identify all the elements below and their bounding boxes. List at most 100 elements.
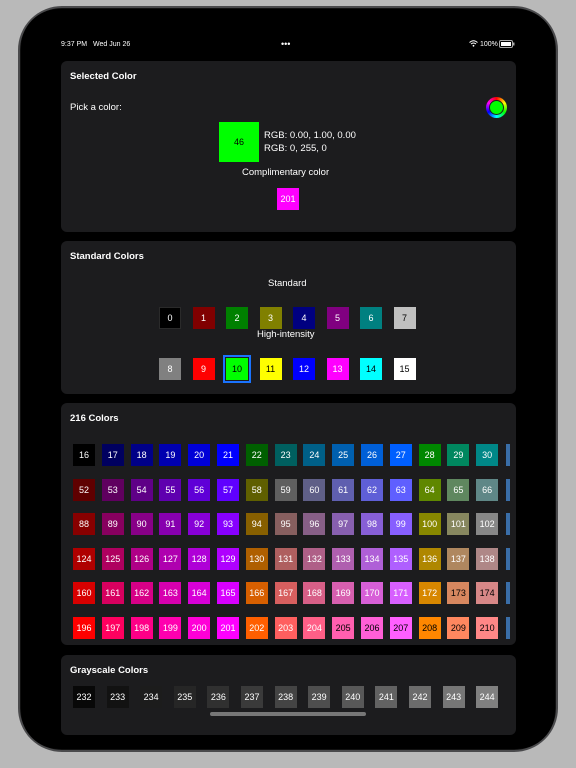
standard-swatch[interactable]: 5 (326, 307, 349, 329)
color-swatch[interactable]: 207 (389, 616, 412, 639)
color-swatch[interactable]: 137 (447, 547, 470, 570)
grayscale-swatch[interactable]: 240 (341, 686, 364, 708)
color-swatch[interactable]: 162 (130, 582, 153, 604)
color-swatch[interactable]: 61 (332, 478, 355, 501)
color-swatch[interactable]: 60 (303, 478, 326, 501)
color-swatch[interactable]: 208 (418, 616, 441, 639)
color-swatch[interactable]: 196 (73, 616, 95, 639)
standard-swatch[interactable]: 6 (360, 307, 382, 329)
color-swatch[interactable]: 27 (389, 444, 412, 466)
color-swatch[interactable]: 166 (245, 582, 268, 604)
standard-swatch[interactable]: 7 (393, 307, 416, 329)
color-swatch[interactable]: 89 (101, 513, 124, 535)
color-swatch[interactable]: 64 (418, 478, 441, 501)
color-swatch[interactable]: 93 (217, 513, 239, 535)
color-swatch[interactable]: 90 (130, 513, 153, 535)
color-swatch[interactable]: 161 (101, 582, 124, 604)
color-swatch[interactable]: 95 (274, 513, 297, 535)
home-indicator[interactable] (210, 712, 366, 716)
high-intensity-swatch[interactable]: 9 (192, 358, 215, 380)
color-swatch[interactable]: 62 (361, 478, 383, 501)
color-swatch[interactable]: 99 (389, 513, 412, 535)
color-swatch[interactable]: 130 (245, 547, 268, 570)
high-intensity-swatch[interactable]: 11 (259, 358, 282, 380)
high-intensity-swatch[interactable]: 8 (159, 358, 181, 380)
color-swatch[interactable]: 135 (389, 547, 412, 570)
color-swatch[interactable]: 20 (188, 444, 211, 466)
grayscale-swatch[interactable]: 244 (476, 686, 499, 708)
color-swatch[interactable]: 203 (274, 616, 297, 639)
color-swatch[interactable]: 57 (217, 478, 239, 501)
color-swatch[interactable]: 127 (159, 547, 182, 570)
color-swatch[interactable]: 97 (332, 513, 355, 535)
grayscale-swatch[interactable]: 243 (442, 686, 465, 708)
color-swatch[interactable]: 201 (217, 616, 239, 639)
color-swatch[interactable]: 29 (447, 444, 470, 466)
color-swatch[interactable]: 19 (159, 444, 182, 466)
color-swatch[interactable]: 205 (332, 616, 355, 639)
color-swatch[interactable]: 165 (217, 582, 239, 604)
standard-swatch[interactable]: 3 (259, 307, 282, 329)
color-swatch[interactable]: 124 (73, 547, 95, 570)
color-swatch[interactable]: 53 (101, 478, 124, 501)
color-swatch[interactable]: 164 (188, 582, 211, 604)
color-swatch[interactable]: 55 (159, 478, 182, 501)
color-swatch[interactable]: 98 (361, 513, 383, 535)
color-swatch[interactable]: 134 (361, 547, 383, 570)
grayscale-swatch[interactable]: 232 (73, 686, 95, 708)
color-swatch[interactable]: 202 (245, 616, 268, 639)
high-intensity-swatch[interactable]: 12 (293, 358, 315, 380)
color-swatch[interactable]: 200 (188, 616, 211, 639)
color-swatch[interactable]: 160 (73, 582, 95, 604)
color-swatch[interactable]: 125 (101, 547, 124, 570)
color-swatch[interactable]: 56 (188, 478, 211, 501)
color-swatch[interactable]: 30 (476, 444, 499, 466)
multitask-dots-icon[interactable]: ••• (281, 39, 290, 49)
color-swatch[interactable]: 65 (447, 478, 470, 501)
color-swatch[interactable]: 88 (73, 513, 95, 535)
color-swatch[interactable]: 22 (245, 444, 268, 466)
color-swatch[interactable]: 66 (476, 478, 499, 501)
color-swatch[interactable]: 129 (217, 547, 239, 570)
high-intensity-swatch[interactable]: 14 (360, 358, 382, 380)
color-swatch[interactable]: 136 (418, 547, 441, 570)
color-swatch[interactable]: 138 (476, 547, 499, 570)
high-intensity-swatch[interactable]: 10 (223, 355, 251, 383)
color-swatch[interactable]: 25 (332, 444, 355, 466)
color-swatch[interactable]: 199 (159, 616, 182, 639)
color-swatch[interactable]: 17 (101, 444, 124, 466)
color-swatch[interactable]: 92 (188, 513, 211, 535)
color-swatch[interactable]: 63 (389, 478, 412, 501)
standard-swatch[interactable]: 1 (192, 307, 215, 329)
color-swatch[interactable]: 101 (447, 513, 470, 535)
color-swatch[interactable]: 58 (245, 478, 268, 501)
grayscale-swatch[interactable]: 237 (241, 686, 263, 708)
color-swatch[interactable]: 128 (188, 547, 211, 570)
color-swatch[interactable]: 21 (217, 444, 239, 466)
standard-swatch[interactable]: 0 (159, 307, 181, 329)
color-swatch[interactable]: 100 (418, 513, 441, 535)
color-swatch[interactable]: 52 (73, 478, 95, 501)
color-swatch[interactable]: 96 (303, 513, 326, 535)
color-swatch[interactable]: 167 (274, 582, 297, 604)
color-swatch[interactable]: 209 (447, 616, 470, 639)
color-swatch[interactable]: 198 (130, 616, 153, 639)
color-swatch[interactable]: 126 (130, 547, 153, 570)
grayscale-swatch[interactable]: 235 (173, 686, 196, 708)
standard-swatch[interactable]: 4 (293, 307, 315, 329)
color-swatch[interactable]: 168 (303, 582, 326, 604)
color-swatch[interactable]: 204 (303, 616, 326, 639)
color-swatch[interactable]: 173 (447, 582, 470, 604)
color-swatch[interactable]: 28 (418, 444, 441, 466)
color-swatch[interactable]: 206 (361, 616, 383, 639)
color-swatch[interactable]: 102 (476, 513, 499, 535)
standard-swatch[interactable]: 2 (226, 307, 248, 329)
grayscale-swatch[interactable]: 239 (308, 686, 331, 708)
grayscale-swatch[interactable]: 236 (207, 686, 230, 708)
color-swatch[interactable]: 132 (303, 547, 326, 570)
color-swatch[interactable]: 170 (361, 582, 383, 604)
color-swatch[interactable]: 169 (332, 582, 355, 604)
grayscale-swatch[interactable]: 238 (274, 686, 297, 708)
color-swatch[interactable]: 131 (274, 547, 297, 570)
color-swatch[interactable]: 163 (159, 582, 182, 604)
